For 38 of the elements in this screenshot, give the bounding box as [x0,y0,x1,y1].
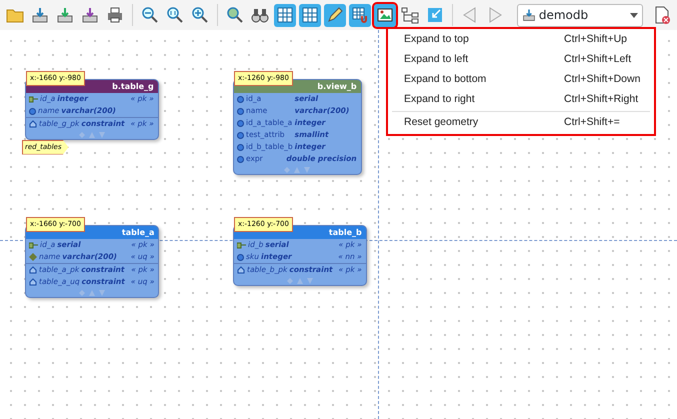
tray-download-icon [31,6,49,24]
zoom-out-icon [140,6,159,24]
tray-download-icon [56,6,74,24]
database-icon [522,8,536,22]
printer-icon [106,6,124,24]
menu-item[interactable]: Expand to top Ctrl+Shift+Up [388,30,654,50]
document-close-icon [653,6,672,24]
zoom-reset-icon [166,6,184,24]
key-icon [29,96,38,102]
menu-item[interactable]: Expand to left Ctrl+Shift+Left [388,50,654,70]
diamond-icon [29,253,37,261]
menu-item[interactable]: Expand to bottom Ctrl+Shift+Down [388,70,654,90]
grid-magnet-button[interactable] [348,4,371,26]
pencil-icon [326,6,344,24]
magnifier-icon [226,6,244,24]
constraint-icon [29,120,37,128]
grid-icon [276,6,294,24]
menu-item[interactable]: Expand to right Ctrl+Shift+Right [388,90,654,110]
caret-icon [630,13,638,18]
key-icon [29,242,38,248]
database-dropdown[interactable]: demodb [516,4,643,26]
column-icon [29,108,36,114]
binoculars-icon [250,6,269,24]
grid-magnet-icon [350,6,369,24]
pencil-button[interactable] [324,4,346,26]
picture-frame-icon [376,6,394,24]
shrink-icon [426,6,444,24]
grid-button[interactable] [298,4,321,26]
tree-diagram-icon [400,6,419,24]
constraint-icon [237,266,245,274]
zoom-in-icon [190,6,209,24]
picture-frame-button[interactable] [374,4,396,26]
menu-item[interactable]: Reset geometry Ctrl+Shift+= [388,113,654,133]
grid-button[interactable] [274,4,296,26]
grid-icon [300,6,319,24]
key-icon [237,242,246,248]
tray-download-icon [81,6,99,24]
column-icon [237,254,244,260]
